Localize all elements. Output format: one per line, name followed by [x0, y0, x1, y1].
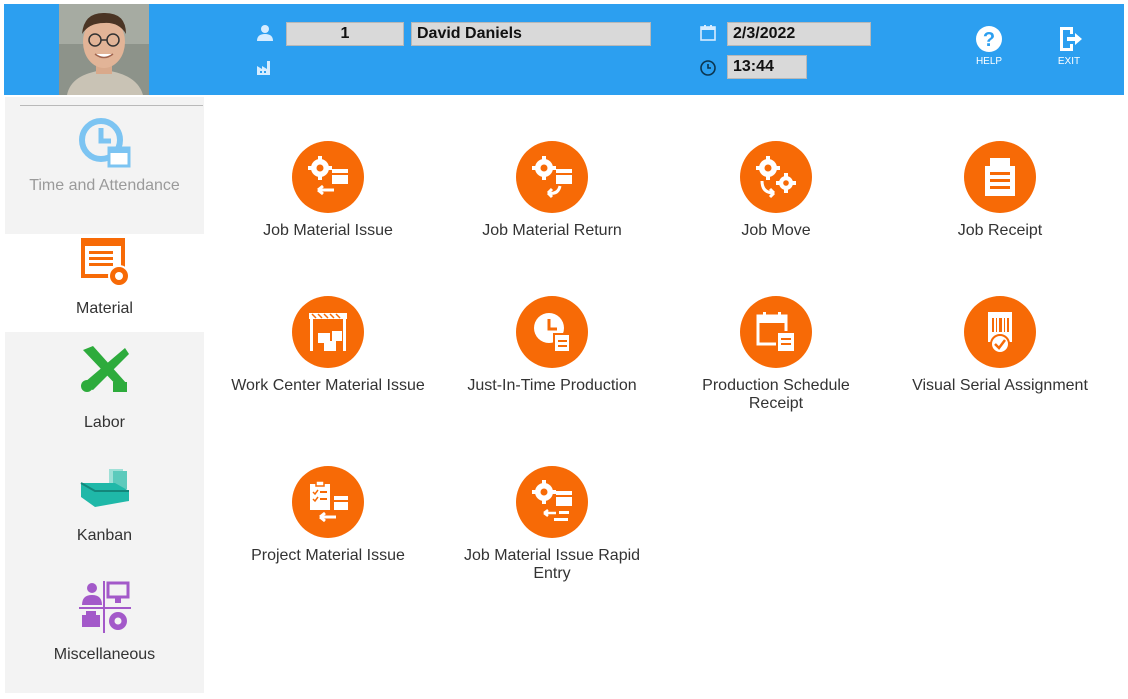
miscellaneous-icon [78, 581, 131, 633]
tile-icon-circle [740, 296, 812, 368]
sidebar-item-label: Labor [84, 414, 125, 431]
help-icon: ? [976, 26, 1002, 52]
tile-label: Job Move [741, 222, 811, 239]
sidebar-item-material[interactable]: Material [5, 234, 204, 332]
kanban-bin-icon [80, 469, 129, 507]
tile-job-material-return[interactable]: Job Material Return [452, 141, 652, 240]
tile-icon-circle [516, 296, 588, 368]
material-gear-icon [80, 238, 130, 287]
tile-label: Job Material Return [482, 222, 622, 239]
tile-icon-circle [516, 466, 588, 538]
tile-icon-circle [292, 466, 364, 538]
receipt-icon [985, 158, 1015, 196]
tile-work-center-material-issue[interactable]: Work Center Material Issue [228, 296, 428, 395]
gear-box-issue-icon [308, 156, 348, 196]
calendar-document-icon [756, 312, 796, 353]
help-label: HELP [975, 56, 1003, 67]
tile-label: Production Schedule Receipt [702, 377, 850, 412]
help-button[interactable]: ? HELP [969, 25, 1009, 67]
checklist-issue-icon [310, 480, 348, 523]
exit-label: EXIT [1057, 56, 1081, 67]
factory-icon [257, 61, 270, 75]
sidebar: Time and Attendance Material Labor Kanba… [5, 97, 204, 693]
tile-project-material-issue[interactable]: Project Material Issue [228, 466, 428, 565]
tile-production-schedule-receipt[interactable]: Production Schedule Receipt [676, 296, 876, 413]
sidebar-item-miscellaneous[interactable]: Miscellaneous [5, 581, 204, 681]
tile-icon-circle [516, 141, 588, 213]
sidebar-item-label: Miscellaneous [53, 646, 156, 663]
tile-label: Job Material Issue Rapid Entry [463, 547, 641, 582]
user-icon [257, 25, 273, 41]
tile-label: Job Receipt [957, 222, 1043, 239]
hammer-wrench-icon [80, 346, 129, 392]
sidebar-item-label: Kanban [76, 527, 133, 544]
sidebar-item-labor[interactable]: Labor [5, 344, 204, 444]
sidebar-item-label: Time and Attendance [29, 177, 180, 194]
header-bar: 1 David Daniels 2/3/2022 13:44 ? HELP EX… [4, 4, 1124, 95]
tile-job-receipt[interactable]: Job Receipt [900, 141, 1100, 240]
sidebar-item-label: Material [76, 300, 133, 317]
exit-button[interactable]: EXIT [1049, 25, 1089, 67]
date-field: 2/3/2022 [727, 22, 871, 46]
tile-icon-circle [964, 296, 1036, 368]
gears-move-icon [756, 156, 796, 199]
sidebar-divider [20, 105, 203, 106]
tile-job-move[interactable]: Job Move [676, 141, 876, 240]
clock-calendar-icon [78, 118, 130, 168]
tile-label: Visual Serial Assignment [912, 377, 1088, 394]
barcode-check-icon [988, 312, 1012, 354]
tile-icon-circle [292, 141, 364, 213]
tile-icon-circle [964, 141, 1036, 213]
tile-job-material-issue[interactable]: Job Material Issue [228, 141, 428, 240]
tile-icon-circle [740, 141, 812, 213]
time-field: 13:44 [727, 55, 807, 79]
sidebar-item-time-and-attendance[interactable]: Time and Attendance [5, 113, 204, 231]
tile-visual-serial-assignment[interactable]: Visual Serial Assignment [900, 296, 1100, 395]
gear-box-return-icon [532, 156, 572, 199]
tile-icon-circle [292, 296, 364, 368]
tile-just-in-time-production[interactable]: Just-In-Time Production [452, 296, 652, 395]
gear-box-rapid-icon [532, 480, 572, 521]
tile-label: Just-In-Time Production [467, 377, 637, 394]
svg-text:?: ? [983, 29, 995, 51]
avatar [59, 4, 149, 95]
tile-label: Work Center Material Issue [231, 377, 425, 394]
user-name-field: David Daniels [411, 22, 651, 46]
tile-label: Project Material Issue [251, 547, 405, 564]
tile-label: Job Material Issue [263, 222, 393, 239]
user-id-field: 1 [286, 22, 404, 46]
calendar-icon [700, 25, 716, 41]
clock-document-icon [534, 313, 571, 353]
sidebar-item-kanban[interactable]: Kanban [5, 467, 204, 567]
work-center-icon [309, 313, 347, 351]
exit-icon [1060, 27, 1082, 51]
clock-icon [700, 60, 716, 76]
tile-job-material-issue-rapid-entry[interactable]: Job Material Issue Rapid Entry [452, 466, 652, 583]
